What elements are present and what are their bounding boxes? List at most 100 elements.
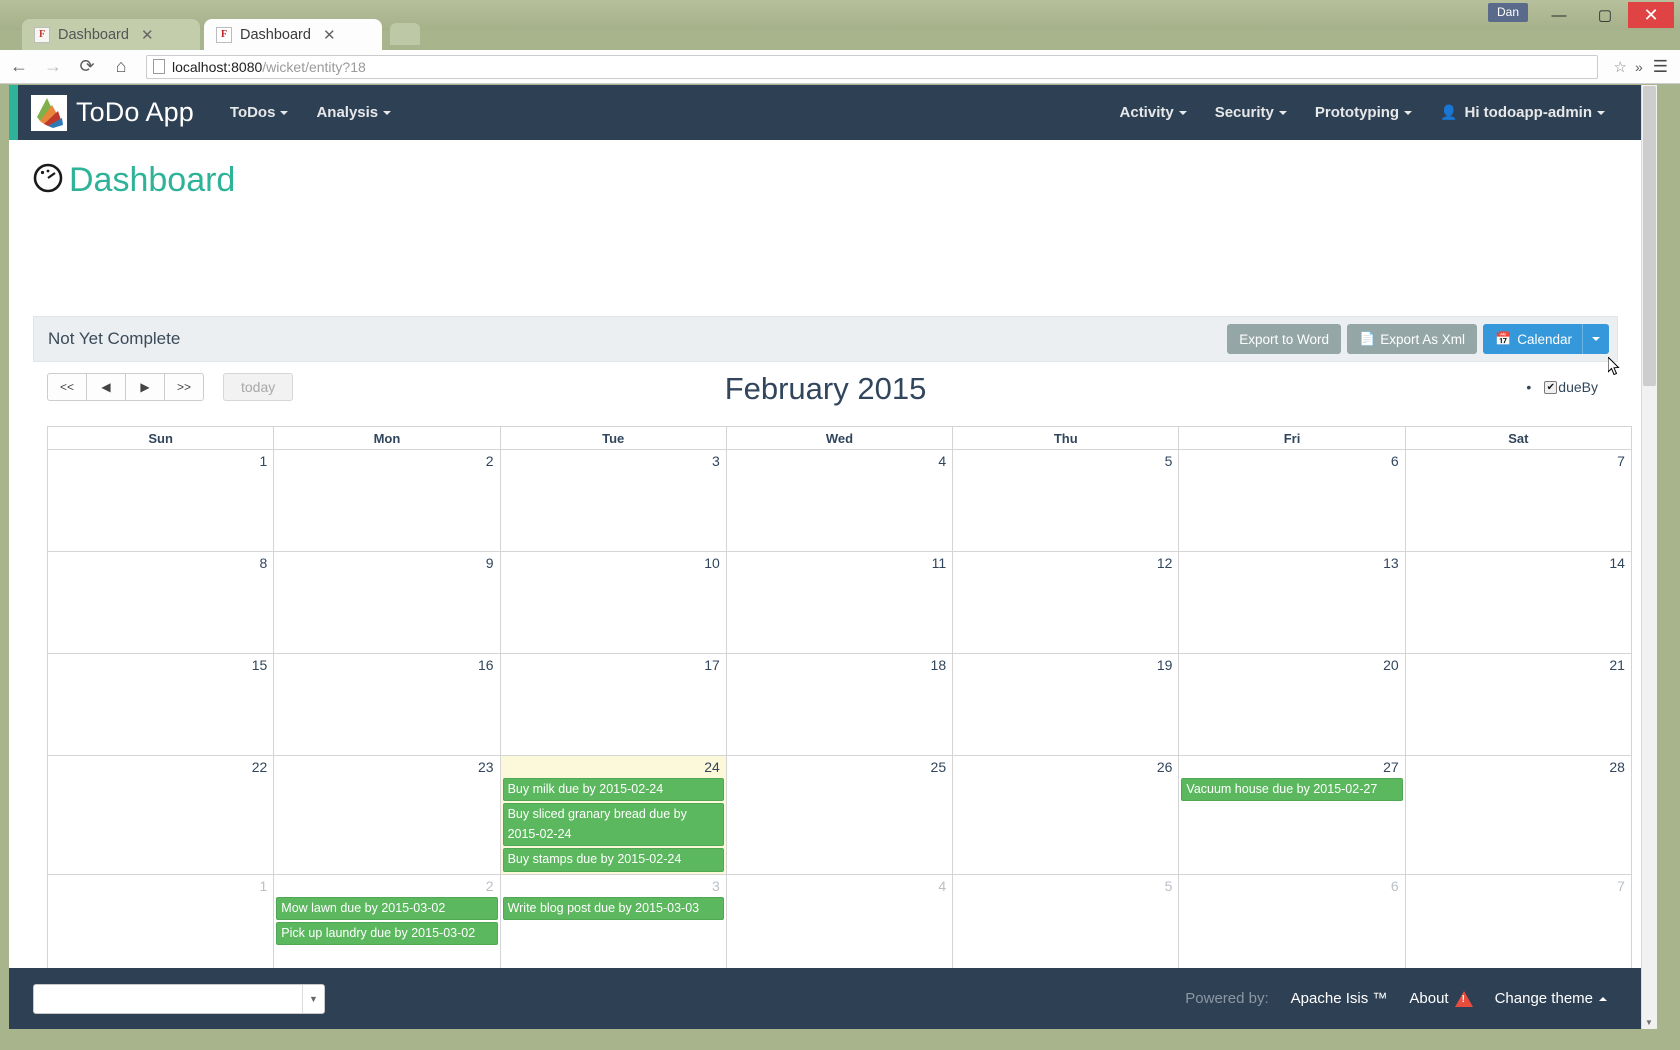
calendar-day-cell[interactable]: 24Buy milk due by 2015-02-24Buy sliced g… (501, 756, 727, 874)
calendar-day-cell[interactable]: 4 (727, 875, 953, 976)
navbar-left-menu: ToDos Analysis (216, 85, 405, 140)
calendar-day-cell[interactable]: 22 (48, 756, 274, 874)
calendar-day-cell[interactable]: 18 (727, 654, 953, 755)
calendar-day-number: 19 (953, 656, 1178, 676)
dueby-filter[interactable]: • ✔ dueBy (1526, 379, 1598, 395)
calendar-day-number: 7 (1406, 452, 1631, 472)
browser-tab-0[interactable]: F Dashboard ✕ (22, 19, 200, 50)
calendar-day-cell[interactable]: 12 (953, 552, 1179, 653)
browser-toolbar: ← → ⟳ ⌂ localhost:8080/wicket/entity?18 … (0, 50, 1680, 84)
nav-item-activity[interactable]: Activity (1106, 85, 1201, 140)
calendar-event[interactable]: Buy sliced granary bread due by 2015-02-… (503, 803, 724, 846)
app-footer: ▼ Powered by: Apache Isis ™ About Change… (9, 968, 1641, 1029)
calendar-day-cell[interactable]: 6 (1179, 875, 1405, 976)
calendar-day-cell[interactable]: 27Vacuum house due by 2015-02-27 (1179, 756, 1405, 874)
about-link[interactable]: About (1409, 990, 1448, 1007)
nav-item-user-menu[interactable]: 👤 Hi todoapp-admin (1426, 85, 1619, 140)
nav-item-todos[interactable]: ToDos (216, 85, 303, 140)
calendar-day-cell[interactable]: 1 (48, 450, 274, 551)
nav-item-security[interactable]: Security (1201, 85, 1301, 140)
calendar-day-cell[interactable]: 19 (953, 654, 1179, 755)
calendar-day-number: 12 (953, 554, 1178, 574)
calendar-day-cell[interactable]: 6 (1179, 450, 1405, 551)
calendar-day-cell[interactable]: 1 (48, 875, 274, 976)
calendar-day-events: Mow lawn due by 2015-03-02Pick up laundr… (274, 897, 499, 946)
app-brand[interactable]: ToDo App (31, 95, 194, 131)
close-button[interactable]: ✕ (1628, 2, 1674, 28)
calendar-day-cell[interactable]: 21 (1406, 654, 1631, 755)
minimize-button[interactable]: — (1536, 2, 1582, 28)
calendar-day-cell[interactable]: 13 (1179, 552, 1405, 653)
calendar-day-number: 23 (274, 758, 499, 778)
dueby-checkbox[interactable]: ✔ (1544, 381, 1557, 394)
calendar-day-number: 6 (1179, 452, 1404, 472)
calendar-day-cell[interactable]: 16 (274, 654, 500, 755)
forward-icon[interactable]: → (38, 52, 68, 82)
calendar-view-button[interactable]: 📅 Calendar (1483, 324, 1582, 354)
calendar-day-cell[interactable]: 28 (1406, 756, 1631, 874)
calendar-day-number: 13 (1179, 554, 1404, 574)
calendar-day-cell[interactable]: 14 (1406, 552, 1631, 653)
calendar-day-cell[interactable]: 11 (727, 552, 953, 653)
scrollbar-thumb[interactable] (1643, 86, 1656, 386)
calendar-day-number: 5 (953, 877, 1178, 897)
calendar-day-cell[interactable]: 8 (48, 552, 274, 653)
chevron-down-icon (280, 111, 288, 115)
browser-tab-1[interactable]: F Dashboard ✕ (204, 19, 382, 50)
app-brand-label: ToDo App (76, 97, 194, 128)
calendar-day-cell[interactable]: 9 (274, 552, 500, 653)
reload-icon[interactable]: ⟳ (72, 52, 102, 82)
calendar-day-cell[interactable]: 20 (1179, 654, 1405, 755)
calendar-day-number: 1 (48, 452, 273, 472)
calendar-day-cell[interactable]: 17 (501, 654, 727, 755)
close-icon[interactable]: ✕ (323, 26, 336, 44)
change-theme-link[interactable]: Change theme (1495, 990, 1593, 1007)
calendar-event[interactable]: Write blog post due by 2015-03-03 (503, 897, 724, 920)
page-scrollbar[interactable]: ▲ ▼ (1641, 85, 1657, 1029)
calendar-week-row: 222324Buy milk due by 2015-02-24Buy slic… (48, 756, 1631, 875)
url-path: /wicket/entity?18 (262, 59, 366, 75)
scroll-down-icon[interactable]: ▼ (1642, 1015, 1656, 1029)
calendar-day-cell[interactable]: 7 (1406, 875, 1631, 976)
address-bar[interactable]: localhost:8080/wicket/entity?18 (146, 55, 1598, 79)
calendar-event[interactable]: Pick up laundry due by 2015-03-02 (276, 922, 497, 945)
overflow-chevron-icon[interactable]: » (1635, 59, 1643, 75)
new-tab-button[interactable] (390, 23, 420, 45)
calendar-day-cell[interactable]: 25 (727, 756, 953, 874)
close-icon[interactable]: ✕ (141, 26, 154, 44)
calendar-event[interactable]: Buy milk due by 2015-02-24 (503, 778, 724, 801)
calendar-day-cell[interactable]: 15 (48, 654, 274, 755)
calendar-day-number: 6 (1179, 877, 1404, 897)
apache-isis-link[interactable]: Apache Isis ™ (1291, 990, 1388, 1007)
calendar-event[interactable]: Buy stamps due by 2015-02-24 (503, 848, 724, 871)
chevron-down-icon (383, 111, 391, 115)
calendar-day-cell[interactable]: 10 (501, 552, 727, 653)
nav-item-analysis[interactable]: Analysis (302, 85, 405, 140)
calendar-day-cell[interactable]: 5 (953, 875, 1179, 976)
calendar-event[interactable]: Mow lawn due by 2015-03-02 (276, 897, 497, 920)
calendar-day-cell[interactable]: 4 (727, 450, 953, 551)
back-icon[interactable]: ← (4, 52, 34, 82)
calendar-day-number: 5 (953, 452, 1178, 472)
export-to-word-button[interactable]: Export to Word (1227, 324, 1341, 354)
hamburger-menu-icon[interactable]: ☰ (1653, 57, 1668, 77)
nav-item-prototyping[interactable]: Prototyping (1301, 85, 1426, 140)
calendar-view-dropdown-toggle[interactable] (1582, 324, 1609, 354)
calendar-day-cell[interactable]: 3Write blog post due by 2015-03-03 (501, 875, 727, 976)
calendar-day-cell[interactable]: 7 (1406, 450, 1631, 551)
export-as-xml-button[interactable]: 📄 Export As Xml (1347, 324, 1477, 354)
calendar-day-number: 3 (501, 877, 726, 897)
calendar-day-cell[interactable]: 3 (501, 450, 727, 551)
calendar-day-cell[interactable]: 2 (274, 450, 500, 551)
calendar-day-cell[interactable]: 2Mow lawn due by 2015-03-02Pick up laund… (274, 875, 500, 976)
calendar-day-cell[interactable]: 23 (274, 756, 500, 874)
home-icon[interactable]: ⌂ (106, 52, 136, 82)
calendar-day-cell[interactable]: 26 (953, 756, 1179, 874)
calendar-event[interactable]: Vacuum house due by 2015-02-27 (1181, 778, 1402, 801)
bookmark-star-icon[interactable]: ☆ (1614, 58, 1627, 76)
calendar-title: February 2015 (33, 371, 1618, 407)
footer-select[interactable]: ▼ (33, 984, 325, 1014)
chevron-down-icon[interactable]: ▼ (302, 985, 324, 1013)
calendar-day-cell[interactable]: 5 (953, 450, 1179, 551)
maximize-button[interactable]: ▢ (1582, 2, 1628, 28)
